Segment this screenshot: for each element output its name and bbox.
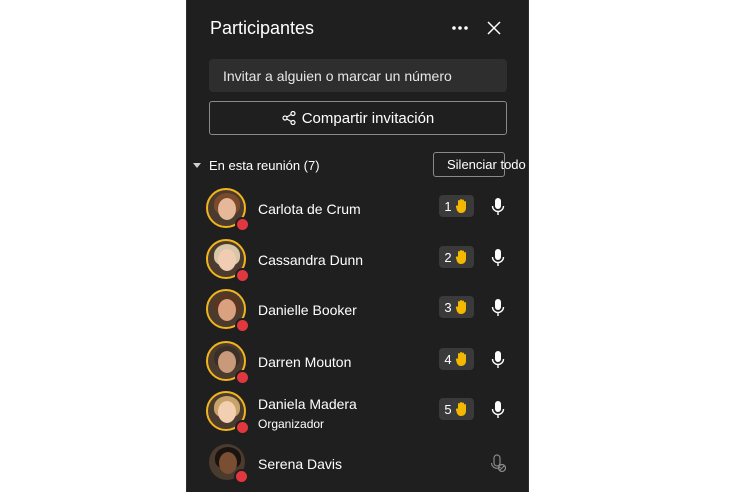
status-dot — [235, 268, 250, 283]
microphone-icon[interactable] — [490, 400, 506, 420]
hand-order: 1 — [444, 198, 452, 214]
microphone-icon[interactable] — [490, 298, 506, 318]
status-dot — [235, 370, 250, 385]
section-toggle[interactable]: En esta reunión (7) — [193, 158, 320, 173]
raised-hand-badge: 1 — [439, 195, 474, 217]
participant-name: Serena Davis — [258, 456, 343, 472]
share-icon — [282, 111, 296, 125]
hand-order: 4 — [444, 351, 452, 367]
participants-panel: Participantes Compartir invitación En es… — [186, 0, 529, 492]
participant-row[interactable]: Danielle Booker 3 — [187, 289, 528, 335]
microphone-icon[interactable] — [490, 248, 506, 268]
more-options-button[interactable] — [446, 14, 474, 42]
participant-name: Carlota de Crum — [258, 201, 361, 217]
participant-name: Cassandra Dunn — [258, 252, 364, 268]
raised-hand-icon — [455, 352, 466, 366]
raised-hand-badge: 2 — [439, 246, 474, 268]
avatar — [206, 391, 250, 435]
close-icon — [487, 21, 501, 35]
avatar — [206, 239, 250, 283]
avatar — [206, 289, 250, 333]
raised-hand-badge: 3 — [439, 296, 474, 318]
section-label: En esta reunión (7) — [209, 158, 320, 173]
status-dot — [234, 469, 249, 484]
share-invitation-button[interactable]: Compartir invitación — [209, 101, 507, 135]
more-icon — [452, 26, 468, 30]
status-dot — [235, 217, 250, 232]
status-dot — [235, 318, 250, 333]
participant-row[interactable]: Darren Mouton 4 — [187, 341, 528, 387]
hand-order: 3 — [444, 299, 452, 315]
participant-row[interactable]: Cassandra Dunn 2 — [187, 239, 528, 285]
avatar — [209, 444, 249, 484]
raised-hand-icon — [455, 402, 466, 416]
participant-row[interactable]: Daniela Madera Organizador 5 — [187, 391, 528, 437]
raised-hand-icon — [455, 300, 466, 314]
invite-input[interactable] — [209, 59, 507, 92]
participant-role: Organizador — [258, 417, 325, 431]
caret-down-icon — [193, 162, 201, 168]
close-button[interactable] — [480, 14, 508, 42]
muted-microphone-icon[interactable] — [490, 454, 506, 474]
panel-title: Participantes — [210, 18, 315, 38]
participant-row[interactable]: Serena Davis — [187, 444, 528, 490]
avatar — [206, 188, 250, 232]
participant-row[interactable]: Carlota de Crum 1 — [187, 188, 528, 234]
microphone-icon[interactable] — [490, 197, 506, 217]
share-invitation-label: Compartir invitación — [301, 109, 435, 127]
participant-name: Daniela Madera — [258, 396, 357, 412]
raised-hand-badge: 5 — [439, 398, 474, 420]
raised-hand-icon — [455, 199, 466, 213]
raised-hand-badge: 4 — [439, 348, 474, 370]
avatar — [206, 341, 250, 385]
participant-name: Danielle Booker — [258, 302, 357, 318]
mute-all-button[interactable]: Silenciar todo — [433, 152, 526, 177]
microphone-icon[interactable] — [490, 350, 506, 370]
hand-order: 5 — [444, 401, 452, 417]
hand-order: 2 — [444, 249, 452, 265]
status-dot — [235, 420, 250, 435]
participant-name: Darren Mouton — [258, 354, 352, 370]
raised-hand-icon — [455, 250, 466, 264]
